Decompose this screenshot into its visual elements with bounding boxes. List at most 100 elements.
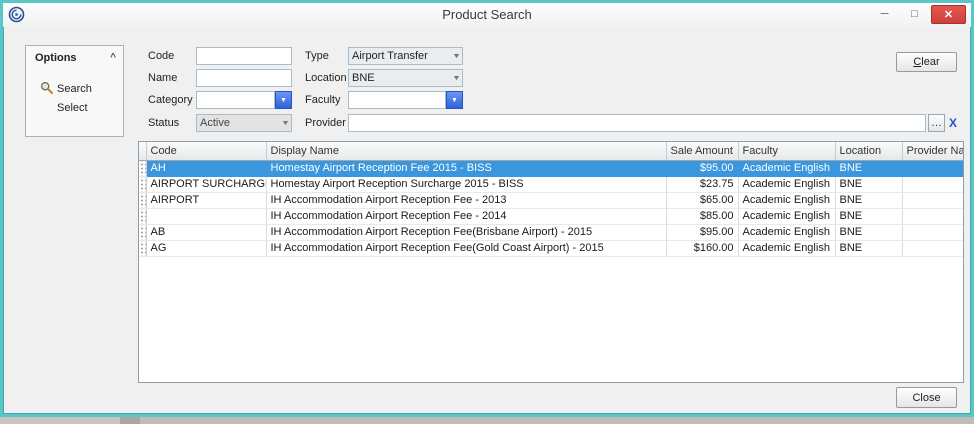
close-window-button[interactable]: ✕	[931, 5, 966, 24]
close-button[interactable]: Close	[896, 387, 957, 408]
cell-display-name: IH Accommodation Airport Reception Fee(B…	[266, 224, 666, 240]
clear-button-label: Clear	[913, 56, 939, 68]
window-body: Options ^ Search Select Co	[3, 27, 971, 414]
name-label: Name	[148, 69, 177, 87]
cell-provider-name	[902, 176, 964, 192]
cell-code	[146, 208, 266, 224]
header-provider-name[interactable]: Provider Name	[902, 142, 964, 160]
cell-sale-amount: $85.00	[666, 208, 738, 224]
header-location[interactable]: Location	[835, 142, 902, 160]
type-value: Airport Transfer	[352, 50, 428, 62]
cell-faculty: Academic English	[738, 192, 835, 208]
collapse-icon[interactable]: ^	[110, 52, 116, 63]
category-label: Category	[148, 91, 193, 109]
cell-sale-amount: $95.00	[666, 224, 738, 240]
background-window-edge	[0, 416, 974, 424]
cell-location: BNE	[835, 240, 902, 256]
header-faculty[interactable]: Faculty	[738, 142, 835, 160]
provider-label: Provider	[305, 114, 346, 132]
cell-display-name: Homestay Airport Reception Fee 2015 - BI…	[266, 160, 666, 176]
table-row[interactable]: ABIH Accommodation Airport Reception Fee…	[139, 224, 964, 240]
cell-code: AH	[146, 160, 266, 176]
table-row[interactable]: AIRPORT SURCHARGEHomestay Airport Recept…	[139, 176, 964, 192]
cell-code: AIRPORT SURCHARGE	[146, 176, 266, 192]
chevron-down-icon: ▼	[281, 120, 290, 127]
options-panel: Options ^ Search Select	[25, 45, 124, 137]
table-row[interactable]: IH Accommodation Airport Reception Fee -…	[139, 208, 964, 224]
table-header-row: Code Display Name Sale Amount Faculty Lo…	[139, 142, 964, 160]
faculty-input[interactable]	[348, 91, 446, 109]
category-input[interactable]	[196, 91, 275, 109]
faculty-dropdown-button[interactable]: ▼	[446, 91, 463, 109]
header-display-name[interactable]: Display Name	[266, 142, 666, 160]
code-label: Code	[148, 47, 174, 65]
clear-button[interactable]: Clear	[896, 52, 957, 72]
cell-sale-amount: $160.00	[666, 240, 738, 256]
maximize-button[interactable]: □	[901, 5, 928, 24]
chevron-down-icon: ▼	[452, 53, 461, 60]
cell-provider-name	[902, 192, 964, 208]
chevron-down-icon: ▼	[452, 75, 461, 82]
cell-faculty: Academic English	[738, 240, 835, 256]
cell-faculty: Academic English	[738, 224, 835, 240]
provider-browse-button[interactable]: …	[928, 114, 945, 132]
title-bar[interactable]: Product Search ─ □ ✕	[3, 3, 971, 27]
code-input[interactable]	[196, 47, 292, 65]
cell-provider-name	[902, 208, 964, 224]
name-input[interactable]	[196, 69, 292, 87]
cell-display-name: Homestay Airport Reception Surcharge 201…	[266, 176, 666, 192]
category-dropdown-button[interactable]: ▼	[275, 91, 292, 109]
cell-location: BNE	[835, 192, 902, 208]
cell-display-name: IH Accommodation Airport Reception Fee -…	[266, 208, 666, 224]
table-row[interactable]: AHHomestay Airport Reception Fee 2015 - …	[139, 160, 964, 176]
sidebar-item-select[interactable]: Select	[26, 98, 123, 117]
sidebar-item-label: Select	[57, 102, 88, 114]
cell-location: BNE	[835, 224, 902, 240]
row-indicator	[139, 176, 146, 192]
header-indicator	[139, 142, 146, 160]
location-combo[interactable]: BNE ▼	[348, 69, 463, 87]
type-combo[interactable]: Airport Transfer ▼	[348, 47, 463, 65]
results-grid: Code Display Name Sale Amount Faculty Lo…	[138, 141, 964, 383]
screen: Product Search ─ □ ✕ Options ^	[0, 0, 974, 424]
header-sale-amount[interactable]: Sale Amount	[666, 142, 738, 160]
row-indicator	[139, 208, 146, 224]
status-combo[interactable]: Active ▼	[196, 114, 292, 132]
sidebar-item-label: Search	[57, 83, 92, 95]
options-header[interactable]: Options ^	[26, 46, 123, 66]
cell-sale-amount: $95.00	[666, 160, 738, 176]
row-indicator	[139, 224, 146, 240]
table-row[interactable]: AIRPORTIH Accommodation Airport Receptio…	[139, 192, 964, 208]
cell-sale-amount: $23.75	[666, 176, 738, 192]
cell-display-name: IH Accommodation Airport Reception Fee(G…	[266, 240, 666, 256]
results-table: Code Display Name Sale Amount Faculty Lo…	[139, 142, 964, 257]
header-code[interactable]: Code	[146, 142, 266, 160]
search-icon	[40, 81, 53, 97]
cell-location: BNE	[835, 208, 902, 224]
cell-code: AIRPORT	[146, 192, 266, 208]
cell-code: AG	[146, 240, 266, 256]
window-controls: ─ □ ✕	[871, 5, 966, 24]
status-value: Active	[200, 117, 230, 129]
minimize-button[interactable]: ─	[871, 5, 898, 24]
results-table-body: AHHomestay Airport Reception Fee 2015 - …	[139, 160, 964, 256]
cell-location: BNE	[835, 176, 902, 192]
provider-clear-button[interactable]: X	[946, 114, 960, 132]
cell-faculty: Academic English	[738, 176, 835, 192]
status-label: Status	[148, 114, 179, 132]
cell-code: AB	[146, 224, 266, 240]
row-indicator	[139, 192, 146, 208]
options-header-label: Options	[35, 52, 77, 64]
cell-location: BNE	[835, 160, 902, 176]
cell-faculty: Academic English	[738, 208, 835, 224]
type-label: Type	[305, 47, 329, 65]
table-row[interactable]: AGIH Accommodation Airport Reception Fee…	[139, 240, 964, 256]
provider-input[interactable]	[348, 114, 926, 132]
row-indicator	[139, 240, 146, 256]
cell-provider-name	[902, 240, 964, 256]
location-value: BNE	[352, 72, 375, 84]
sidebar-item-search[interactable]: Search	[26, 79, 123, 98]
cell-provider-name	[902, 224, 964, 240]
location-label: Location	[305, 69, 347, 87]
window-title: Product Search	[3, 3, 971, 27]
